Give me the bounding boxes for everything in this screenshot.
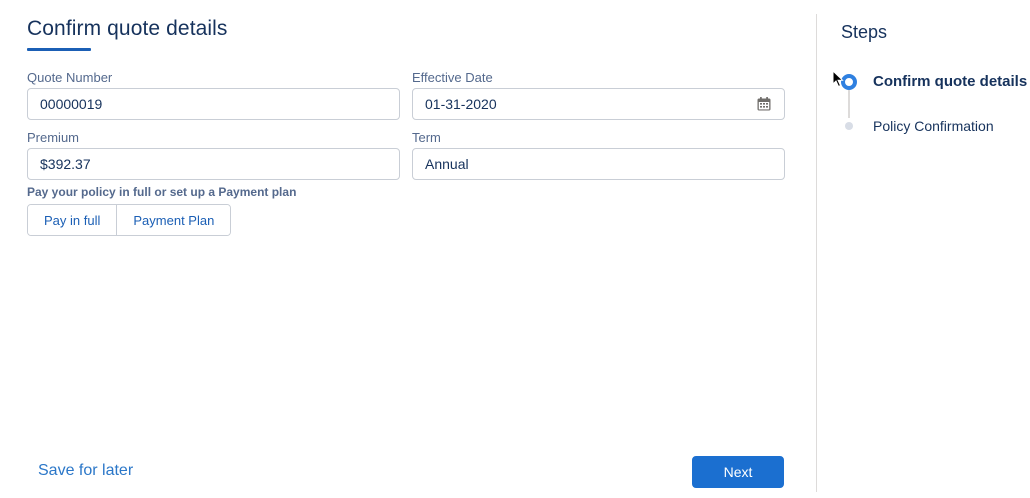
main-form-area: Confirm quote details Quote Number 00000…: [0, 0, 816, 498]
quote-number-label: Quote Number: [27, 70, 113, 85]
pay-in-full-button[interactable]: Pay in full: [28, 205, 117, 235]
effective-date-value: 01-31-2020: [425, 96, 497, 112]
upcoming-step-marker: [845, 122, 853, 130]
payment-prompt: Pay your policy in full or set up a Paym…: [27, 185, 297, 199]
premium-label: Premium: [27, 130, 80, 145]
steps-title: Steps: [841, 22, 888, 42]
next-button[interactable]: Next: [692, 456, 784, 488]
effective-date-label: Effective Date: [412, 70, 493, 85]
term-label: Term: [412, 130, 441, 145]
step-connector: [848, 90, 850, 118]
mouse-cursor-icon: [832, 70, 844, 88]
quote-number-field[interactable]: 00000019: [27, 88, 400, 120]
premium-value: $392.37: [40, 156, 91, 172]
term-value: Annual: [425, 156, 469, 172]
premium-field[interactable]: $392.37: [27, 148, 400, 180]
step-item-confirm-quote-details[interactable]: Confirm quote details: [873, 73, 1027, 90]
steps-panel: Steps Confirm quote details Policy Confi…: [817, 0, 1030, 498]
page-title: Confirm quote details: [27, 17, 228, 40]
payment-option-group: Pay in full Payment Plan: [27, 204, 232, 236]
term-field[interactable]: Annual: [412, 148, 785, 180]
save-for-later-link[interactable]: Save for later: [38, 462, 133, 480]
effective-date-field[interactable]: 01-31-2020: [412, 88, 785, 120]
calendar-icon[interactable]: [756, 96, 772, 112]
step-item-policy-confirmation[interactable]: Policy Confirmation: [873, 118, 994, 134]
quote-number-value: 00000019: [40, 96, 103, 112]
payment-plan-button[interactable]: Payment Plan: [116, 205, 231, 235]
quote-flow-page: Confirm quote details Quote Number 00000…: [0, 0, 1030, 498]
title-underline: [27, 48, 91, 51]
